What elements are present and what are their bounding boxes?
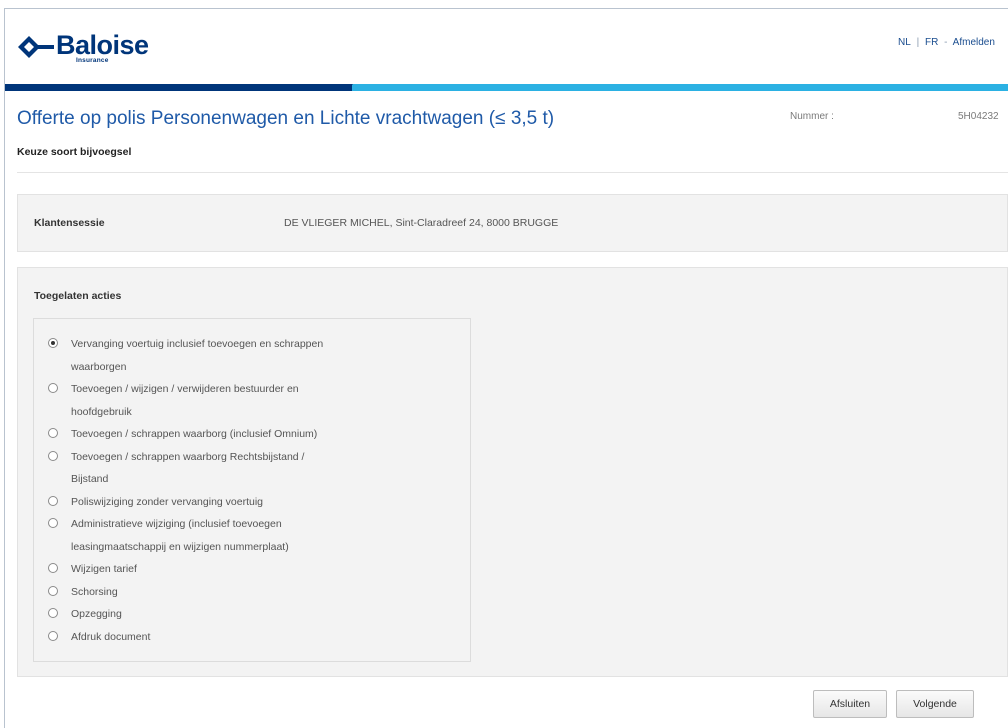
baloise-logo[interactable]: Baloise Insurance [18,30,149,70]
radio-unselected-icon[interactable] [48,563,58,573]
action-option[interactable]: Poliswijziging zonder vervanging voertui… [48,491,388,514]
separator: | [916,37,920,48]
radio-unselected-icon[interactable] [48,383,58,393]
separator: - [944,37,948,48]
action-option-label: Administratieve wijziging (inclusief toe… [71,513,289,558]
client-session-label: Klantensessie [34,217,105,229]
action-option[interactable]: Wijzigen tarief [48,558,388,581]
client-session-panel: Klantensessie DE VLIEGER MICHEL, Sint-Cl… [17,194,1008,252]
action-option-line: Vervanging voertuig inclusief toevoegen … [71,338,324,350]
radio-unselected-icon[interactable] [48,630,58,641]
radio-unselected-icon[interactable] [48,608,58,618]
action-option-label: Toevoegen / wijzigen / verwijderen bestu… [71,378,299,423]
actions-radio-group: Vervanging voertuig inclusief toevoegen … [33,318,471,662]
action-option[interactable]: Toevoegen / wijzigen / verwijderen bestu… [48,378,388,423]
lang-fr-link[interactable]: FR [925,37,938,48]
action-option[interactable]: Toevoegen / schrappen waarborg (inclusie… [48,423,388,446]
radio-unselected-icon[interactable] [48,495,58,506]
radio-unselected-icon[interactable] [48,450,58,461]
action-option-label: Poliswijziging zonder vervanging voertui… [71,491,263,514]
action-option-line: hoofdgebruik [71,405,132,418]
action-option-line: Toevoegen / schrappen waarborg (inclusie… [71,428,318,440]
nummer-value: 5H04232 [958,111,999,122]
action-option-line: Administratieve wijziging (inclusief toe… [71,518,282,530]
baloise-logo-icon [18,36,54,58]
lang-nl-link[interactable]: NL [898,37,911,48]
page-title: Offerte op polis Personenwagen en Lichte… [17,108,555,129]
action-option-line: waarborgen [71,360,127,373]
action-option-label: Opzegging [71,603,122,626]
allowed-actions-label: Toegelaten acties [34,290,122,302]
action-option[interactable]: Afdruk document [48,626,388,649]
action-option-line: Toevoegen / wijzigen / verwijderen bestu… [71,383,299,395]
action-option-line: Bijstand [71,473,109,485]
header-divider [17,172,1008,173]
nummer-label: Nummer : [790,111,834,122]
action-option-label: Afdruk document [71,626,150,649]
action-option-line: Poliswijziging zonder vervanging voertui… [71,495,264,508]
radio-unselected-icon[interactable] [48,585,58,596]
action-option-label: Vervanging voertuig inclusief toevoegen … [71,333,323,378]
action-option-label: Toevoegen / schrappen waarborg (inclusie… [71,423,317,446]
action-option-line: Afdruk document [71,630,151,643]
action-option[interactable]: Schorsing [48,581,388,604]
action-option-line: Toevoegen / schrappen waarborg Rechtsbij… [71,450,305,463]
action-option-label: Toevoegen / schrappen waarborg Rechtsbij… [71,446,304,491]
action-option[interactable]: Administratieve wijziging (inclusief toe… [48,513,388,558]
logo-subtitle: Insurance [76,57,109,64]
action-option-line: Wijzigen tarief [71,563,137,575]
logo-text: Baloise Insurance [56,30,149,64]
action-option-line: leasingmaatschappij en wijzigen nummerpl… [71,540,289,553]
page-subtitle: Keuze soort bijvoegsel [17,146,132,158]
logo-name: Baloise [56,30,149,60]
action-option[interactable]: Toevoegen / schrappen waarborg Rechtsbij… [48,446,388,491]
action-option[interactable]: Opzegging [48,603,388,626]
action-option-label: Schorsing [71,581,118,604]
brand-bar-light [352,84,1008,91]
allowed-actions-panel: Toegelaten acties Vervanging voertuig in… [17,267,1008,677]
top-links: NL | FR - Afmelden [898,37,998,48]
radio-unselected-icon[interactable] [48,518,58,528]
action-option[interactable]: Vervanging voertuig inclusief toevoegen … [48,333,388,378]
radio-selected-icon[interactable] [48,338,58,348]
action-option-label: Wijzigen tarief [71,558,137,581]
client-session-value: DE VLIEGER MICHEL, Sint-Claradreef 24, 8… [284,217,559,229]
logout-link[interactable]: Afmelden [953,37,995,48]
action-option-line: Schorsing [71,585,118,598]
brand-bar-notch [346,84,353,91]
brand-bar-dark [5,84,352,91]
actions-list: Vervanging voertuig inclusief toevoegen … [48,333,388,648]
action-option-line: Opzegging [71,608,122,620]
radio-unselected-icon[interactable] [48,428,58,438]
close-button[interactable]: Afsluiten [813,690,887,718]
next-button[interactable]: Volgende [896,690,974,718]
